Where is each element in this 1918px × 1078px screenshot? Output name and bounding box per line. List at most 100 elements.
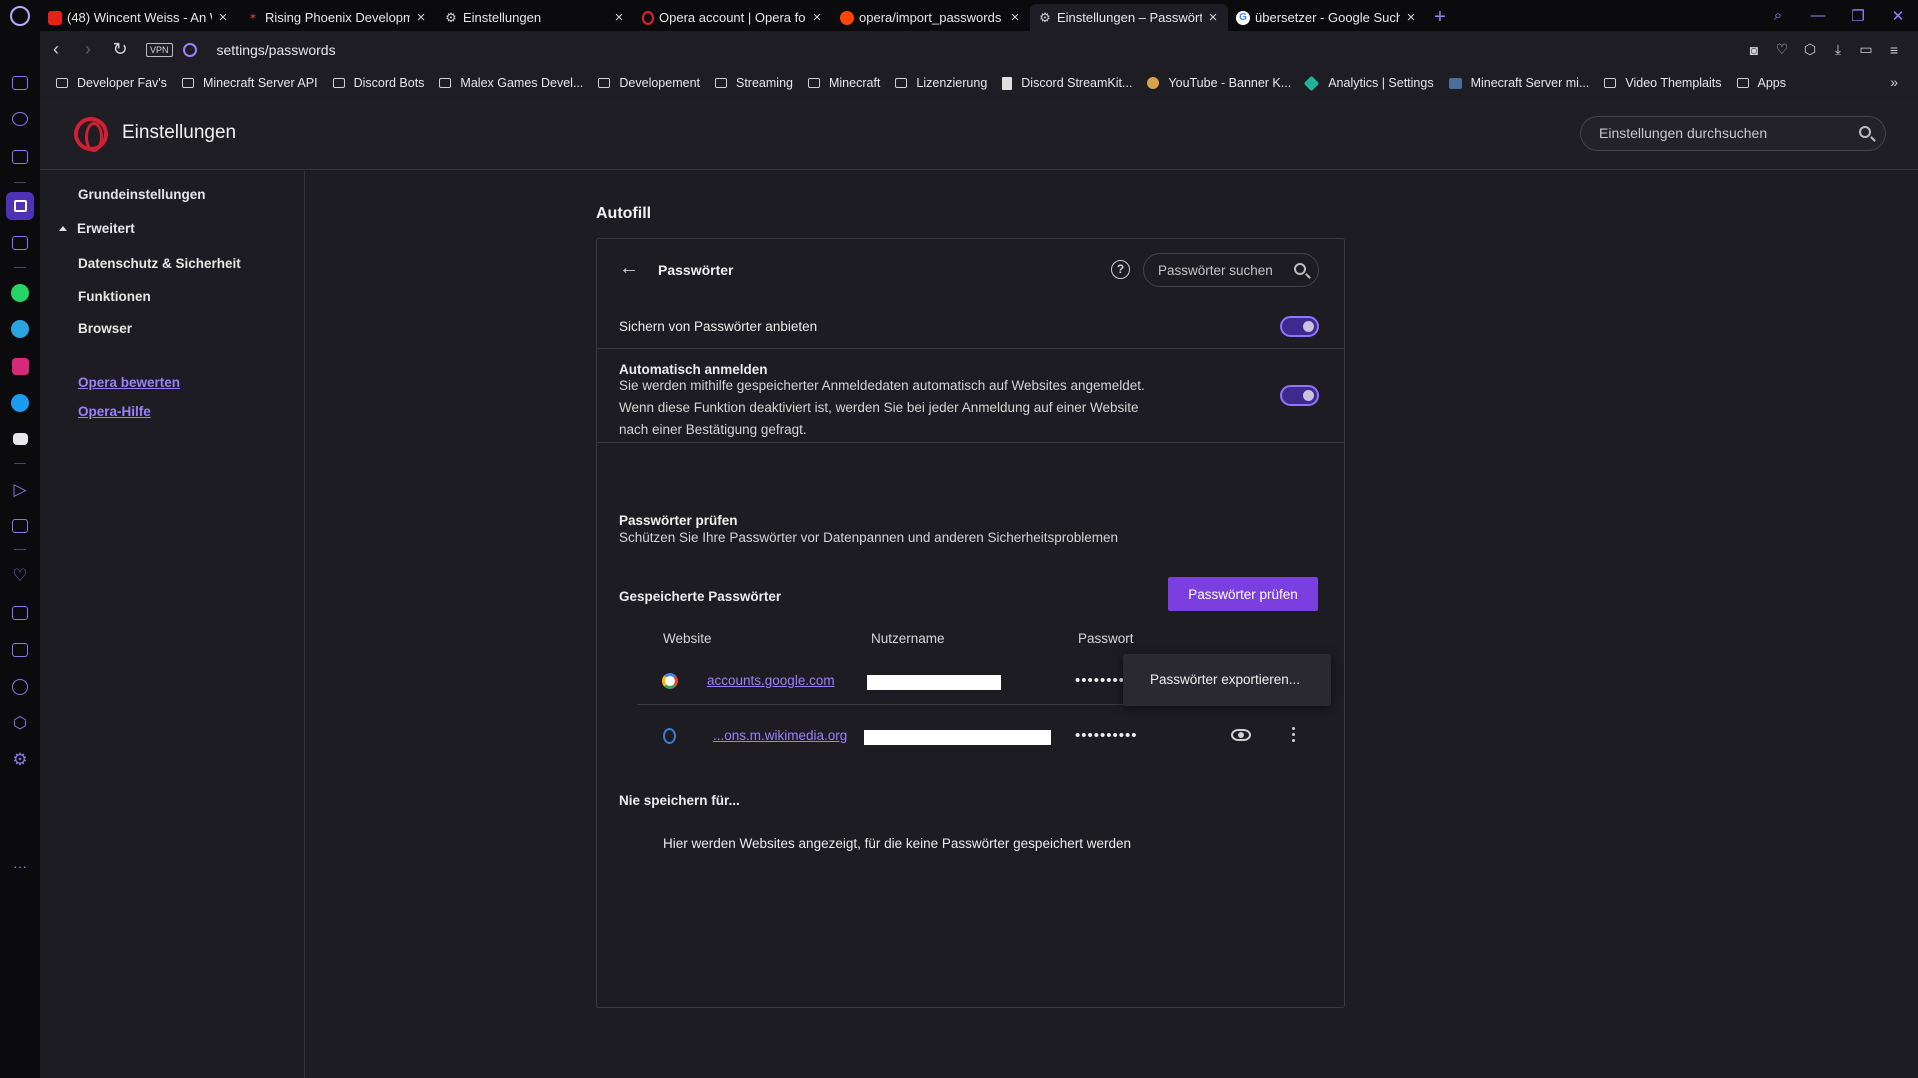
opera-menu-icon[interactable] [0,0,40,31]
extensions-sidebar-icon[interactable]: ⬡ [10,713,30,733]
download-icon[interactable]: ⤓ [1824,41,1852,58]
url-field[interactable]: settings/passwords [217,42,336,58]
more-dots-icon[interactable]: ··· [10,856,30,876]
speed-dial-icon[interactable] [10,109,30,129]
forward-nav-icon[interactable]: › [72,34,104,66]
tabs-icon[interactable] [10,640,30,660]
nav-privacy[interactable]: Datenschutz & Sicherheit [78,256,241,271]
bookmark-item[interactable]: Analytics | Settings [1303,75,1434,91]
bookmark-item[interactable]: Streaming [715,76,793,90]
close-tab-icon[interactable]: × [810,9,824,26]
bookmarks-bar: Developer Fav's Minecraft Server API Disco… [40,68,1918,98]
restore-icon[interactable]: ❐ [1838,0,1878,31]
discord-icon[interactable] [10,429,30,449]
eye-icon[interactable] [1231,729,1251,741]
nav-basic[interactable]: Grundeinstellungen [78,187,206,202]
telegram-icon[interactable] [10,319,30,339]
gx-corner-icon[interactable] [10,233,30,253]
auto-signin-toggle[interactable] [1280,385,1319,406]
bookmark-item[interactable]: Minecraft Server API [181,76,318,90]
column-password: Passwort [1078,631,1134,646]
back-arrow-icon[interactable]: ← [619,258,639,279]
tab[interactable]: Gübersetzer - Google Suche × [1228,4,1426,31]
bookmark-item[interactable]: Video Themplaits [1604,76,1722,90]
settings-search-input[interactable] [1599,125,1849,141]
close-tab-icon[interactable]: × [1008,9,1022,26]
easy-setup-icon[interactable]: ≡ [1880,42,1908,58]
more-vert-icon[interactable] [1292,727,1296,743]
close-tab-icon[interactable]: × [612,9,626,26]
export-passwords-item[interactable]: Passwörter exportieren... [1150,672,1300,687]
page-icon [1002,76,1013,90]
bookmarks-overflow-icon[interactable]: » [1890,74,1898,90]
heart-icon[interactable]: ♡ [1768,41,1796,58]
folder-icon [332,78,345,88]
tab[interactable]: ⚙ Einstellungen × [436,4,634,31]
bookmark-item[interactable]: Minecraft Server mi... [1448,76,1590,90]
offer-save-toggle[interactable] [1280,316,1319,337]
snapshot-icon[interactable]: ◙ [1740,42,1768,58]
close-window-icon[interactable]: ✕ [1878,0,1918,31]
tab[interactable]: (48) Wincent Weiss - An W × [40,4,238,31]
news-icon[interactable] [10,603,30,623]
pinboard-heart-icon[interactable]: ♡ [10,566,30,586]
settings-gear-icon[interactable]: ⚙ [10,750,30,770]
close-tab-icon[interactable]: × [414,9,428,26]
bookmark-item[interactable]: Apps [1736,76,1787,90]
bookmark-label: Apps [1757,76,1787,90]
diamond-icon [1303,75,1320,91]
twitch-icon[interactable] [10,147,30,167]
battery-saver-icon[interactable]: ▭ [1852,41,1880,58]
check-passwords-label: Passwörter prüfen [619,513,738,528]
bookmark-label: Minecraft Server mi... [1470,76,1590,90]
vpn-badge[interactable]: VPN [146,42,173,57]
gx-controller-icon[interactable] [10,73,30,93]
check-passwords-button[interactable]: Passwörter prüfen [1168,577,1318,611]
bookmark-item[interactable]: Discord StreamKit... [1002,76,1132,90]
opera-help-link[interactable]: Opera-Hilfe [78,404,151,419]
settings-search[interactable] [1580,116,1886,151]
youtube-icon [48,10,62,25]
tab[interactable]: ⚙ Einstellungen – Passwörter × [1030,4,1228,31]
player-icon[interactable]: ▷ [10,480,30,500]
tab-list: (48) Wincent Weiss - An W × ✶ Rising Phoeni… [40,0,1426,31]
history-icon[interactable] [10,677,30,697]
nav-features[interactable]: Funktionen [78,289,151,304]
close-tab-icon[interactable]: × [1206,9,1220,26]
caret-up-icon[interactable] [59,226,67,231]
minimize-icon[interactable]: — [1798,0,1838,31]
bookmark-item[interactable]: Malex Games Devel... [439,76,583,90]
tab[interactable]: ✶ Rising Phoenix Developme × [238,4,436,31]
wallet-icon[interactable] [10,516,30,536]
site-link[interactable]: accounts.google.com [707,673,835,688]
bookmark-item[interactable]: Lizenzierung [895,76,987,90]
whatsapp-icon[interactable] [10,283,30,303]
help-icon[interactable]: ? [1111,260,1130,279]
folder-icon [598,78,611,88]
bookmark-item[interactable]: Discord Bots [332,76,424,90]
new-tab-button[interactable]: + [1426,4,1454,31]
close-tab-icon[interactable]: × [216,9,230,26]
password-search[interactable] [1143,253,1319,287]
extensions-icon[interactable]: ⬡ [1796,41,1824,58]
tab-search-icon[interactable]: ⌕ [1758,0,1798,31]
close-tab-icon[interactable]: × [1404,9,1418,26]
rate-opera-link[interactable]: Opera bewerten [78,375,180,390]
bookmark-item[interactable]: Developement [598,76,700,90]
bookmark-item[interactable]: Minecraft [807,76,880,90]
bookmark-item[interactable]: Developer Fav's [56,76,167,90]
tab[interactable]: opera/import_passwords - × [832,4,1030,31]
nav-advanced[interactable]: Erweitert [77,221,135,236]
reload-icon[interactable]: ↻ [104,34,136,66]
twitter-icon[interactable] [10,393,30,413]
password-search-input[interactable] [1158,263,1288,278]
bookmark-item[interactable]: YouTube - Banner K... [1147,76,1291,90]
tab[interactable]: Opera account | Opera for × [634,4,832,31]
folder-icon [1604,78,1617,88]
site-link[interactable]: ...ons.m.wikimedia.org [713,728,847,743]
instagram-icon[interactable] [10,356,30,376]
home-icon[interactable] [6,192,34,220]
tab-title: Einstellungen – Passwörter [1057,10,1202,25]
nav-browser[interactable]: Browser [78,321,132,336]
back-nav-icon[interactable]: ‹ [40,34,72,66]
